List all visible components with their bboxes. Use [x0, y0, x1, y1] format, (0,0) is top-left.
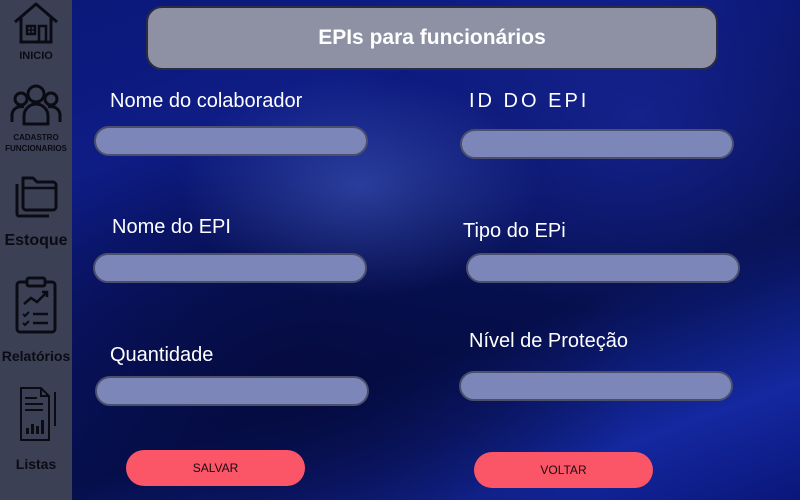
home-icon — [14, 2, 58, 44]
users-icon — [10, 84, 62, 126]
title-bar: EPIs para funcionários — [146, 6, 718, 70]
nome-epi-input[interactable] — [93, 253, 367, 283]
sidebar-item-label: CADASTRO FUNCIONARIOS — [5, 133, 67, 153]
page-title: EPIs para funcionários — [318, 26, 546, 49]
sidebar-item-label: Estoque — [4, 232, 68, 249]
list-document-icon — [20, 387, 56, 441]
report-clipboard-icon — [15, 276, 57, 334]
sidebar-item-label: INICIO — [19, 50, 53, 62]
sidebar-item-relatorios[interactable]: Relatórios — [0, 276, 72, 364]
quantidade-label: Quantidade — [110, 344, 214, 366]
tipo-epi-input[interactable] — [466, 253, 740, 283]
nivel-protecao-label: Nível de Proteção — [469, 330, 628, 352]
nome-epi-label: Nome do EPI — [112, 216, 231, 238]
nome-colaborador-label: Nome do colaborador — [110, 90, 303, 112]
back-button[interactable]: VOLTAR — [474, 452, 653, 488]
sidebar-item-listas[interactable]: Listas — [0, 386, 72, 472]
nivel-protecao-input[interactable] — [459, 371, 733, 401]
sidebar-item-label: Listas — [15, 456, 57, 472]
sidebar-item-inicio[interactable]: INICIO — [0, 0, 72, 62]
save-button[interactable]: SALVAR — [126, 450, 305, 486]
id-epi-input[interactable] — [460, 129, 734, 159]
nome-colaborador-input[interactable] — [94, 126, 368, 156]
folders-icon — [15, 176, 58, 218]
tipo-epi-label: Tipo do EPi — [463, 220, 566, 242]
sidebar: INICIO CADASTRO FUNCIONARIOS Estoque Rel… — [0, 0, 72, 500]
id-epi-label: ID DO EPI — [469, 90, 590, 112]
sidebar-item-label: Relatórios — [1, 348, 71, 364]
quantidade-input[interactable] — [95, 376, 369, 406]
sidebar-item-estoque[interactable]: Estoque — [0, 170, 72, 250]
sidebar-item-cadastro-funcionarios[interactable]: CADASTRO FUNCIONARIOS — [0, 80, 72, 154]
